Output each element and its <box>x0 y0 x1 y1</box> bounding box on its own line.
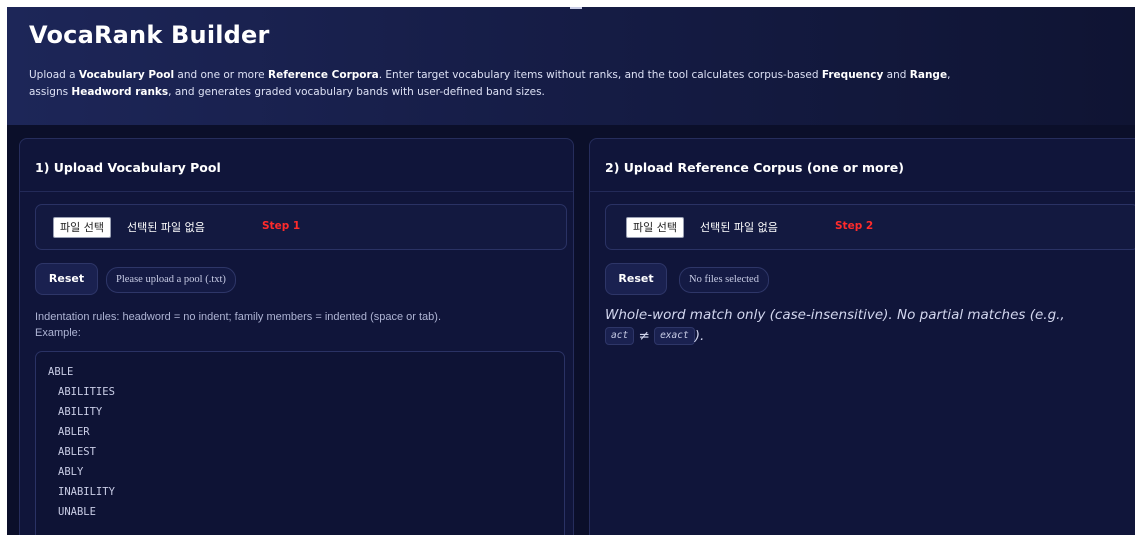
panel-title: 1) Upload Vocabulary Pool <box>35 160 221 175</box>
example-member: ABILITIES <box>58 386 115 398</box>
example-member: UNABLE <box>58 506 96 518</box>
app-description: Upload a Vocabulary Pool and one or more… <box>29 65 1133 103</box>
indentation-rules: Indentation rules: headword = no indent;… <box>35 309 563 341</box>
example-member: INABILITY <box>58 486 115 498</box>
desc-bold-vocabulary-pool: Vocabulary Pool <box>78 69 175 81</box>
app-header: VocaRank Builder Upload a Vocabulary Poo… <box>7 7 1135 125</box>
desc-text: . Enter target vocabulary items without … <box>378 69 822 81</box>
rules-text: Indentation rules: headword = no indent;… <box>35 311 442 323</box>
desc-text: and one or more <box>174 69 268 81</box>
reset-button[interactable]: Reset <box>605 263 667 295</box>
status-pill: Please upload a pool (.txt) <box>106 267 236 293</box>
reference-corpus-panel: 2) Upload Reference Corpus (one or more)… <box>589 138 1135 535</box>
panel-divider <box>590 191 1135 192</box>
desc-text: , and generates graded vocabulary bands … <box>168 86 545 98</box>
top-marker <box>570 7 582 9</box>
rules-example-label: Example: <box>35 327 81 339</box>
desc-bold-headword-ranks: Headword ranks <box>71 86 169 98</box>
example-box: ABLE ABILITIES ABILITY ABLER ABLEST ABLY… <box>35 351 565 535</box>
not-equal-symbol: ≠ <box>638 328 650 344</box>
example-member: ABILITY <box>58 406 103 418</box>
panel-title: 2) Upload Reference Corpus (one or more) <box>605 160 904 175</box>
choose-file-button[interactable]: 파일 선택 <box>53 217 111 238</box>
match-note-text: Whole-word match only (case-insensitive)… <box>605 307 1065 323</box>
desc-text: and <box>883 69 910 81</box>
desc-text: assigns <box>29 86 72 98</box>
desc-bold-range: Range <box>909 69 948 81</box>
desc-text: , <box>947 69 951 81</box>
step-label: Step 2 <box>835 220 874 232</box>
example-member: ABLY <box>58 466 84 478</box>
app-title: VocaRank Builder <box>29 21 270 49</box>
desc-text: Upload a <box>29 69 79 81</box>
example-member: ABLEST <box>58 446 96 458</box>
pool-file-input: 파일 선택 선택된 파일 없음 Step 1 <box>35 204 567 250</box>
match-rule-note: Whole-word match only (case-insensitive)… <box>605 305 1135 347</box>
example-headword: ABLE <box>48 366 74 378</box>
desc-bold-frequency: Frequency <box>821 69 884 81</box>
code-example-act: act <box>605 327 635 345</box>
step-label: Step 1 <box>262 220 301 232</box>
match-note-end: ). <box>694 328 705 344</box>
app-frame: VocaRank Builder Upload a Vocabulary Poo… <box>7 7 1135 535</box>
code-example-exact: exact <box>654 327 695 345</box>
reset-button[interactable]: Reset <box>35 263 98 295</box>
desc-bold-reference-corpora: Reference Corpora <box>267 69 379 81</box>
choose-file-button[interactable]: 파일 선택 <box>626 217 684 238</box>
file-status-text: 선택된 파일 없음 <box>700 221 778 234</box>
example-member: ABLER <box>58 426 90 438</box>
panel-divider <box>20 191 573 192</box>
status-pill: No files selected <box>679 267 769 293</box>
corpus-file-input: 파일 선택 선택된 파일 없음 Step 2 <box>605 204 1135 250</box>
vocabulary-pool-panel: 1) Upload Vocabulary Pool 파일 선택 선택된 파일 없… <box>19 138 574 535</box>
file-status-text: 선택된 파일 없음 <box>127 221 205 234</box>
